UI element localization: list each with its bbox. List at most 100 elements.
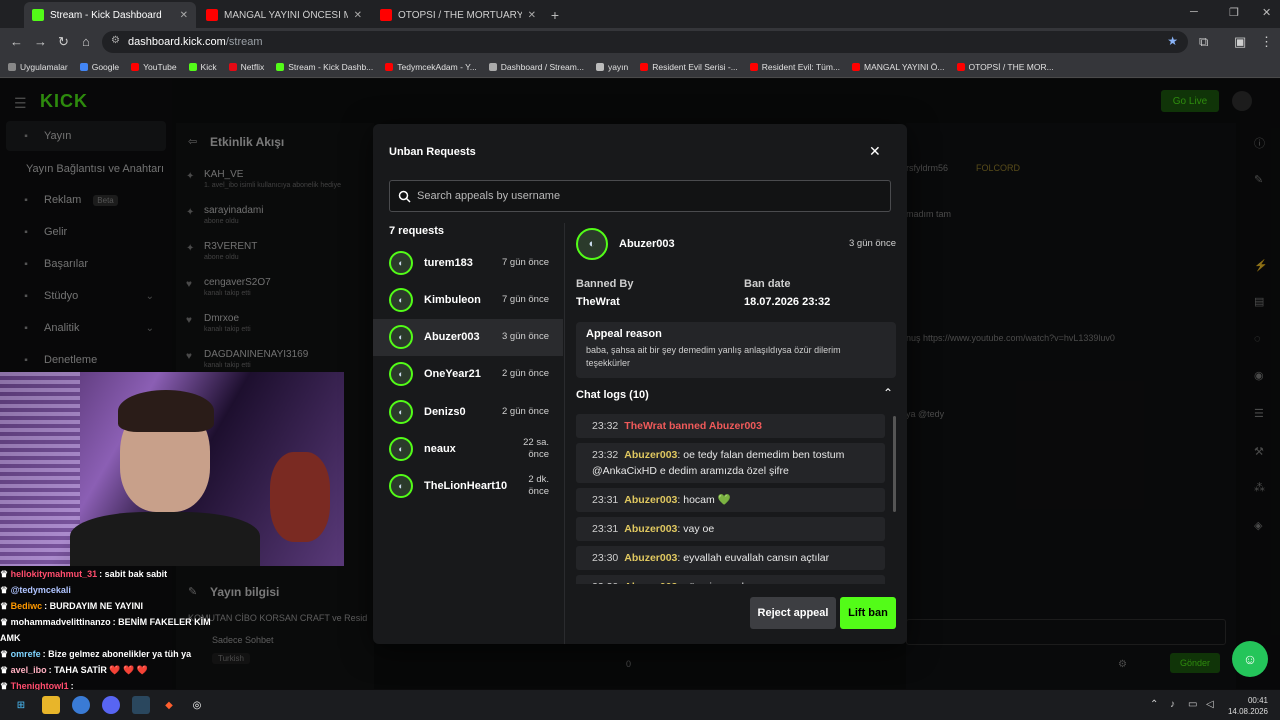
- bookmark-item[interactable]: OTOPSİ / THE MOR...: [956, 62, 1054, 72]
- modal-title: Unban Requests: [389, 146, 476, 158]
- bookmark-item[interactable]: MANGAL YAYINI Ö...: [852, 62, 945, 72]
- search-box[interactable]: [389, 180, 891, 212]
- request-item[interactable]: ◐ Abuzer003 3 gün önce: [373, 318, 563, 356]
- bookmark-item[interactable]: Google: [79, 61, 120, 72]
- log-text: : eyvallah euvallah cansın açtılar: [677, 552, 830, 564]
- home-icon[interactable]: ⌂: [82, 34, 90, 49]
- volume-icon[interactable]: ◁: [1206, 699, 1214, 710]
- request-item[interactable]: ◐ turem183 7 gün önce: [373, 244, 563, 281]
- file-explorer-icon[interactable]: [42, 696, 60, 714]
- bookmark-item[interactable]: YouTube: [131, 61, 177, 72]
- discord-icon[interactable]: [102, 696, 120, 714]
- request-avatar: ◐: [389, 287, 413, 312]
- chevron-up-icon[interactable]: ⌃: [883, 386, 893, 400]
- reject-appeal-button[interactable]: Reject appeal: [750, 597, 836, 629]
- tab-close-icon[interactable]: ✕: [354, 10, 362, 21]
- bookmark-label: Uygulamalar: [20, 61, 68, 72]
- site-info-icon[interactable]: ⚙: [111, 35, 120, 46]
- request-item[interactable]: ◐ OneYear21 2 gün önce: [373, 356, 563, 393]
- address-bar-row: ← → ↻ ⌂ ⚙ dashboard.kick.com/stream ★ ⧉ …: [0, 28, 1280, 56]
- request-item[interactable]: ◐ TheLionHeart10 2 dk. önce: [373, 468, 563, 505]
- lift-ban-button[interactable]: Lift ban: [840, 597, 896, 629]
- tab-favicon-icon: [206, 9, 218, 21]
- steam-icon[interactable]: [132, 696, 150, 714]
- log-user: TheWrat banned Abuzer003: [624, 420, 762, 432]
- bookmark-label: YouTube: [143, 61, 177, 72]
- request-username: neaux: [424, 443, 456, 455]
- search-input[interactable]: [417, 190, 877, 202]
- overlay-chat-user: hellokitymahmut_31: [10, 569, 98, 579]
- bookmark-item[interactable]: TedymcekAdam - Y...: [385, 62, 477, 72]
- bookmark-icon: [956, 62, 965, 71]
- tab-close-icon[interactable]: ✕: [528, 10, 536, 21]
- request-avatar: ◐: [389, 474, 413, 499]
- profile-icon[interactable]: ▣: [1234, 34, 1246, 50]
- bookmark-label: Netflix: [240, 61, 265, 72]
- brave-icon[interactable]: ◆: [160, 696, 178, 714]
- overlay-chat-text: : sabit bak sabit: [99, 569, 168, 579]
- bookmark-icon: [79, 62, 88, 71]
- bookmark-item[interactable]: Dashboard / Stream...: [488, 62, 584, 72]
- chat-logs-list[interactable]: 23:32 TheWrat banned Abuzer003 23:32 Abuzer…: [576, 414, 886, 584]
- request-item[interactable]: ◐ Denizs0 2 gün önce: [373, 393, 563, 430]
- maximize-icon[interactable]: ❐: [1229, 6, 1239, 19]
- network-icon[interactable]: ▭: [1188, 699, 1197, 710]
- bookmark-star-icon[interactable]: ★: [1167, 34, 1178, 48]
- bookmark-icon: [640, 62, 649, 71]
- system-clock[interactable]: 00:41 14.08.2026: [1228, 695, 1268, 717]
- request-item[interactable]: ◐ neaux 22 sa. önce: [373, 431, 563, 468]
- request-avatar: ◐: [389, 437, 413, 461]
- reload-icon[interactable]: ↻: [58, 34, 69, 50]
- log-user: Abuzer003: [624, 449, 678, 461]
- logs-scrollbar[interactable]: [893, 416, 896, 512]
- crown-icon: ♛: [0, 569, 11, 579]
- url-field[interactable]: ⚙ dashboard.kick.com/stream ★: [102, 31, 1188, 53]
- log-user: Abuzer003: [624, 494, 678, 506]
- request-time: 7 gün önce: [501, 293, 549, 305]
- windows-start-icon[interactable]: ⊞: [12, 696, 30, 714]
- detail-avatar: ◐: [576, 228, 608, 260]
- overlay-chat-text: : BURDAYIM NE YAYINI: [44, 601, 143, 611]
- bookmark-item[interactable]: Kick: [188, 62, 217, 72]
- bookmark-item[interactable]: Netflix: [228, 61, 265, 72]
- close-window-icon[interactable]: ✕: [1262, 6, 1271, 19]
- bookmark-item[interactable]: Resident Evil: Tüm...: [749, 62, 840, 72]
- menu-icon[interactable]: ⋮: [1260, 34, 1273, 50]
- window-blind-graphic: [0, 372, 80, 566]
- crown-icon: ♛: [0, 649, 11, 659]
- bookmark-label: Google: [91, 61, 120, 72]
- request-avatar: ◐: [389, 325, 413, 350]
- minimize-icon[interactable]: ─: [1190, 6, 1198, 18]
- bookmark-label: Stream - Kick Dashb...: [288, 61, 374, 72]
- tray-chevron-icon[interactable]: ⌃: [1150, 699, 1158, 710]
- obs-icon[interactable]: ◎: [188, 696, 206, 714]
- log-user: Abuzer003: [624, 581, 677, 584]
- clock-date: 14.08.2026: [1227, 707, 1268, 716]
- request-item[interactable]: ◐ Kimbuleon 7 gün önce: [373, 281, 563, 318]
- support-chat-button[interactable]: ☺: [1232, 641, 1268, 677]
- overlay-chat-line: ♛ avel_ibo: TAHA SATİR ❤️ ❤️ ❤️: [0, 662, 230, 678]
- extensions-icon[interactable]: ⧉: [1199, 34, 1208, 50]
- browser-tab[interactable]: OTOPSİ / THE MORTUARY ASSI ✕: [372, 2, 544, 28]
- bookmark-item[interactable]: Resident Evil Serisi -...: [640, 62, 738, 72]
- bookmark-item[interactable]: yayın: [595, 62, 628, 72]
- tab-close-icon[interactable]: ✕: [180, 10, 188, 21]
- close-icon[interactable]: ✕: [869, 143, 881, 160]
- forward-icon[interactable]: →: [34, 34, 47, 49]
- bookmark-item[interactable]: Stream - Kick Dashb...: [276, 62, 373, 72]
- bookmark-item[interactable]: Uygulamalar: [8, 62, 68, 72]
- browser-tab[interactable]: MANGAL YAYINI ÖNCESİ MEKİK ✕: [198, 2, 370, 28]
- request-time: 2 dk. önce: [528, 474, 549, 498]
- browser-tab[interactable]: Stream - Kick Dashboard ✕: [24, 2, 196, 28]
- overlay-chat-text: : Bize gelmez abonelikler ya tüh ya: [42, 649, 192, 659]
- log-user: Abuzer003: [624, 523, 678, 535]
- streamer-hair-graphic: [118, 390, 214, 432]
- back-icon[interactable]: ←: [10, 34, 23, 49]
- new-tab-button[interactable]: +: [544, 2, 566, 28]
- bookmark-icon: [131, 62, 140, 71]
- bookmark-icon: [595, 62, 604, 71]
- chrome-icon[interactable]: [72, 696, 90, 714]
- bookmark-label: Resident Evil Serisi -...: [652, 61, 738, 72]
- microphone-icon[interactable]: ♪: [1170, 699, 1175, 710]
- request-time: 2 gün önce: [501, 368, 549, 380]
